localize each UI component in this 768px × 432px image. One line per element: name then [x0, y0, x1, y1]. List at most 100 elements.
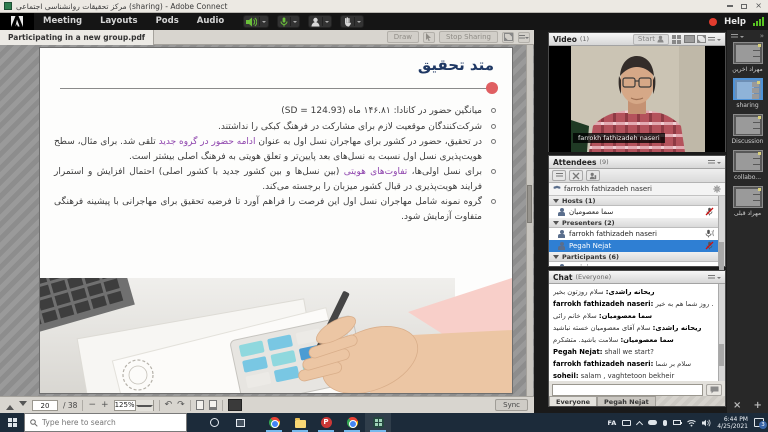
- layout-thumbnail[interactable]: [733, 42, 763, 64]
- active-speaker-row[interactable]: farrokh fathizadeh naseri: [549, 183, 725, 196]
- speaker-button[interactable]: [243, 15, 269, 28]
- add-layout-icon[interactable]: +: [754, 400, 762, 411]
- battery-icon[interactable]: [673, 420, 681, 425]
- start-webcam-button[interactable]: Start: [633, 34, 669, 45]
- layout-item-discussion[interactable]: Discussion: [727, 114, 768, 145]
- attendees-scrollbar[interactable]: [718, 196, 725, 266]
- filmstrip-view-icon[interactable]: [672, 35, 676, 39]
- page-down-icon[interactable]: [19, 401, 27, 410]
- draw-button[interactable]: Draw: [387, 31, 419, 43]
- chat-input[interactable]: [552, 384, 703, 396]
- raise-hand-dropdown-caret[interactable]: [357, 21, 361, 25]
- send-message-button[interactable]: [706, 384, 722, 396]
- taskbar-app-chrome[interactable]: [261, 413, 287, 432]
- tray-chevron-icon[interactable]: [636, 420, 643, 427]
- undo-icon[interactable]: ↶: [165, 400, 173, 411]
- keyboard-icon[interactable]: [622, 420, 631, 426]
- fullscreen-icon[interactable]: [502, 32, 514, 43]
- connection-signal-icon[interactable]: [753, 17, 764, 26]
- layouts-collapse-icon[interactable]: »: [760, 32, 764, 40]
- share-pod-menu-icon[interactable]: [518, 32, 530, 43]
- chat-bubble-icon: [710, 386, 719, 394]
- menu-layouts[interactable]: Layouts: [91, 13, 146, 30]
- share-tab[interactable]: Participating in a new group.pdf: [0, 30, 154, 45]
- video-fullscreen-icon[interactable]: [697, 35, 706, 43]
- maximize-icon[interactable]: [741, 4, 747, 9]
- tray-microphone-icon[interactable]: [663, 420, 667, 426]
- chat-pod-menu-icon[interactable]: [708, 275, 715, 280]
- chat-message: farrokh fathizadeh naseri: سلام بر شما: [553, 358, 714, 370]
- gear-icon[interactable]: [713, 185, 721, 193]
- chat-message: سما معصومیان: سلام خانم راثی: [553, 310, 714, 322]
- search-input[interactable]: [42, 418, 172, 427]
- webcam-dropdown-caret[interactable]: [325, 21, 329, 25]
- layout-thumbnail[interactable]: [733, 186, 763, 208]
- attendee-row[interactable]: farrokh fathizadeh naseri: [549, 228, 718, 240]
- zoom-select[interactable]: 125%: [114, 400, 154, 411]
- taskbar-clock[interactable]: 6:44 PM 4/25/2021: [717, 416, 748, 430]
- attendee-row[interactable]: amini: [549, 262, 718, 266]
- attendee-options-button[interactable]: [586, 170, 600, 181]
- attendees-pod-menu-icon[interactable]: [708, 160, 715, 165]
- layouts-menu-icon[interactable]: [731, 34, 738, 39]
- microphone-dropdown-caret[interactable]: [293, 21, 297, 25]
- fit-width-icon[interactable]: [209, 400, 217, 410]
- action-center-icon[interactable]: 3: [754, 418, 764, 427]
- raise-hand-button[interactable]: [340, 15, 364, 28]
- attendee-row[interactable]: Pegah Nejat: [549, 240, 718, 252]
- video-pod-menu-icon[interactable]: [708, 37, 715, 42]
- page-number-input[interactable]: 20: [32, 400, 58, 411]
- cortana-button[interactable]: [201, 413, 227, 432]
- attendee-row[interactable]: سما معصومیان: [549, 206, 718, 218]
- task-view-button[interactable]: [227, 413, 253, 432]
- language-indicator[interactable]: FA: [608, 419, 617, 427]
- redo-icon[interactable]: ↷: [177, 400, 185, 411]
- volume-icon[interactable]: [702, 419, 711, 427]
- layout-item-[interactable]: مهراد قبلی: [727, 186, 768, 217]
- menu-pods[interactable]: Pods: [147, 13, 188, 30]
- cortana-icon: [210, 418, 219, 427]
- layout-thumbnail[interactable]: [733, 150, 763, 172]
- layout-item-collabo[interactable]: collabo...: [727, 150, 768, 181]
- chat-scrollbar[interactable]: [718, 284, 725, 381]
- list-view-button[interactable]: [552, 170, 566, 181]
- layout-thumbnail[interactable]: [733, 114, 763, 136]
- wifi-icon[interactable]: [687, 419, 696, 427]
- breakout-view-button[interactable]: [569, 170, 583, 181]
- menu-meeting[interactable]: Meeting: [34, 13, 91, 30]
- minimize-icon[interactable]: [727, 5, 733, 7]
- sync-button[interactable]: Sync: [495, 399, 528, 411]
- taskbar-app-explorer[interactable]: [287, 413, 313, 432]
- taskbar-app-p[interactable]: P: [313, 413, 339, 432]
- taskbar-app-chrome-2[interactable]: [339, 413, 365, 432]
- zoom-in-icon[interactable]: +: [101, 400, 109, 411]
- start-button[interactable]: [0, 413, 24, 432]
- chat-tab-pegah-nejat[interactable]: Pegah Nejat: [597, 396, 656, 406]
- onedrive-icon[interactable]: [648, 420, 657, 425]
- zoom-out-icon[interactable]: −: [88, 400, 96, 411]
- page-up-icon[interactable]: [6, 401, 14, 410]
- system-tray: FA 6:44 PM 4/25/2021 3: [608, 416, 768, 430]
- layout-item-sharing[interactable]: sharing: [727, 78, 768, 109]
- attendee-group-header[interactable]: Presenters (2): [549, 218, 718, 228]
- taskbar-app-connect[interactable]: [365, 413, 391, 432]
- delete-layout-icon[interactable]: ×: [733, 400, 741, 411]
- menu-audio[interactable]: Audio: [188, 13, 233, 30]
- speaker-dropdown-caret[interactable]: [262, 21, 266, 25]
- menu-help[interactable]: Help: [724, 17, 746, 27]
- fit-page-icon[interactable]: [196, 400, 204, 410]
- layout-thumbnail[interactable]: [733, 78, 763, 100]
- layout-item-[interactable]: مهراد آخرین: [727, 42, 768, 73]
- microphone-button[interactable]: [277, 15, 300, 28]
- pointer-preview-button[interactable]: [228, 399, 242, 411]
- attendee-group-header[interactable]: Participants (6): [549, 252, 718, 262]
- single-view-icon[interactable]: [684, 35, 695, 43]
- share-scrollbar[interactable]: [526, 45, 533, 396]
- stop-sharing-button[interactable]: Stop Sharing: [439, 31, 498, 43]
- pointer-tool-button[interactable]: [423, 32, 435, 43]
- attendee-group-header[interactable]: Hosts (1): [549, 196, 718, 206]
- webcam-button[interactable]: [308, 15, 332, 28]
- chat-tab-everyone[interactable]: Everyone: [549, 396, 597, 406]
- taskbar-search[interactable]: [24, 413, 187, 432]
- close-icon[interactable]: ×: [755, 2, 762, 10]
